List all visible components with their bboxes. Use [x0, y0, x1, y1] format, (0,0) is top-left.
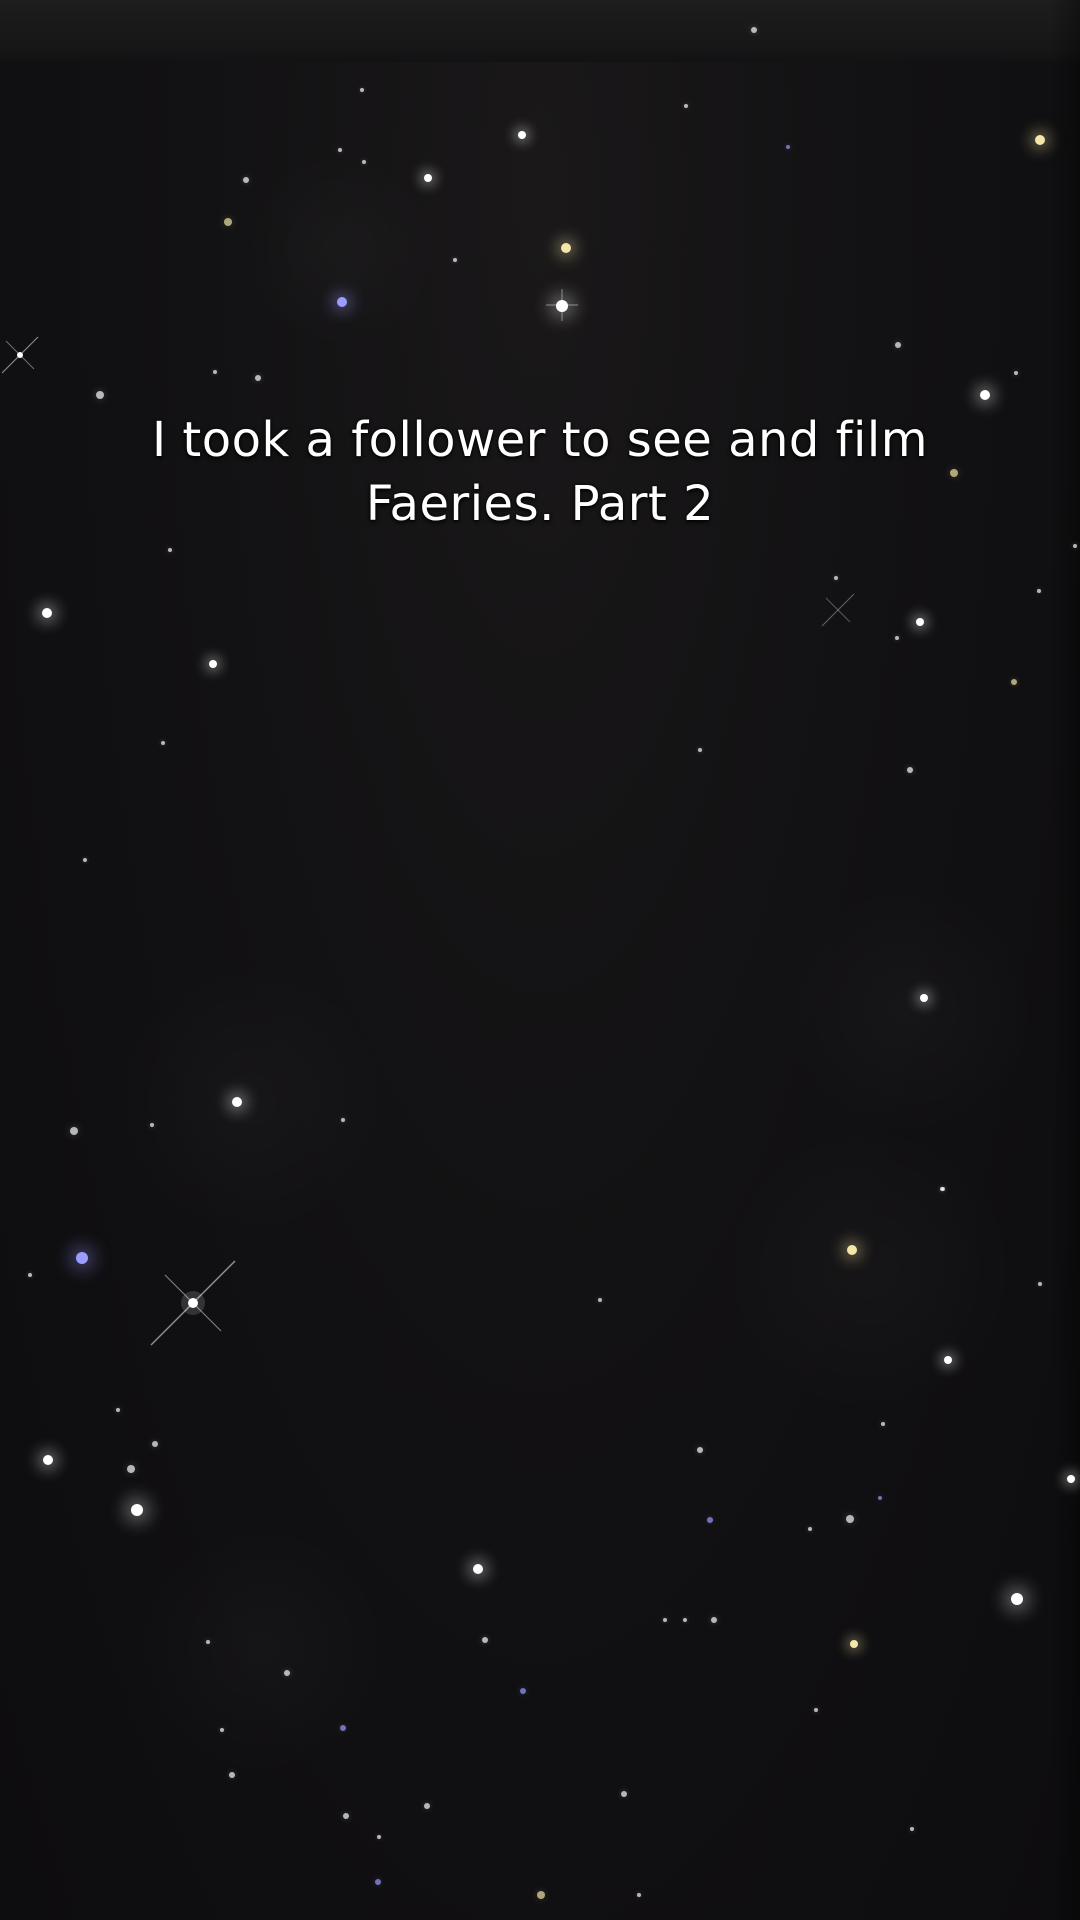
star: [43, 1455, 53, 1465]
bokeh-blob: [780, 880, 1040, 1140]
star: [168, 548, 172, 552]
star: [556, 300, 568, 312]
bokeh-blob: [130, 1520, 390, 1780]
star: [621, 1791, 627, 1797]
star: [1011, 679, 1017, 685]
star: [707, 1517, 713, 1523]
star: [940, 1187, 944, 1191]
star: [213, 370, 217, 374]
star: [152, 1441, 158, 1447]
star: [711, 1617, 717, 1623]
star: [161, 741, 165, 745]
star: [1035, 135, 1045, 145]
bokeh-blob: [720, 1120, 1020, 1420]
star: [229, 1772, 235, 1778]
star: [243, 177, 249, 183]
star: [907, 767, 913, 773]
star: [209, 660, 217, 668]
star: [881, 1422, 885, 1426]
star: [834, 576, 838, 580]
star: [341, 1118, 345, 1122]
star: [224, 218, 232, 226]
sparkle-flare-icon: [150, 1260, 236, 1346]
star: [42, 608, 52, 618]
star: [127, 1465, 135, 1473]
star: [220, 1728, 224, 1732]
star: [537, 1891, 545, 1899]
star: [338, 148, 342, 152]
star: [150, 1123, 154, 1127]
star: [916, 618, 924, 626]
star: [910, 1827, 914, 1831]
star: [520, 1688, 526, 1694]
star: [206, 1640, 210, 1644]
star: [878, 1496, 882, 1500]
sparkle-flare-icon: [1, 336, 39, 374]
star: [847, 1245, 857, 1255]
star: [28, 1273, 32, 1277]
star: [131, 1504, 143, 1516]
star: [1067, 1475, 1075, 1483]
star: [980, 390, 990, 400]
star: [1038, 1282, 1042, 1286]
star: [598, 1298, 602, 1302]
bokeh-blob: [240, 150, 440, 350]
star: [482, 1637, 488, 1643]
star: [96, 391, 104, 399]
star: [561, 243, 571, 253]
star: [944, 1356, 952, 1364]
star: [920, 994, 928, 1002]
star: [895, 342, 901, 348]
star: [424, 1803, 430, 1809]
star: [786, 145, 790, 149]
star: [895, 636, 899, 640]
star: [846, 1515, 854, 1523]
star: [850, 1640, 858, 1648]
star: [1037, 589, 1041, 593]
bokeh-blob: [110, 960, 390, 1240]
star: [83, 858, 87, 862]
video-caption: I took a follower to see and film Faerie…: [0, 408, 1080, 536]
star: [362, 160, 366, 164]
star: [518, 131, 526, 139]
star: [284, 1670, 290, 1676]
star: [808, 1527, 812, 1531]
star: [360, 88, 364, 92]
star: [751, 27, 757, 33]
star: [232, 1097, 242, 1107]
star: [698, 748, 702, 752]
sparkle-flare-icon: [821, 593, 855, 627]
top-dark-band: [0, 0, 1080, 62]
star: [683, 1618, 687, 1622]
star: [70, 1127, 78, 1135]
star: [697, 1447, 703, 1453]
right-edge-shadow: [1050, 0, 1080, 1920]
star: [377, 1835, 381, 1839]
caption-line-1: I took a follower to see and film: [152, 412, 928, 468]
star: [684, 104, 688, 108]
star: [255, 375, 261, 381]
star: [424, 174, 432, 182]
star: [375, 1879, 381, 1885]
star: [453, 258, 457, 262]
star: [814, 1708, 818, 1712]
caption-line-2: Faeries. Part 2: [365, 476, 715, 532]
star: [76, 1252, 88, 1264]
star: [340, 1725, 346, 1731]
star: [637, 1893, 641, 1897]
star: [1014, 371, 1018, 375]
star: [1011, 1593, 1023, 1605]
star: [116, 1408, 120, 1412]
star: [663, 1618, 667, 1622]
star: [343, 1813, 349, 1819]
star: [337, 297, 347, 307]
star: [1073, 544, 1077, 548]
star: [473, 1564, 483, 1574]
night-sky-photo: I took a follower to see and film Faerie…: [0, 0, 1080, 1920]
